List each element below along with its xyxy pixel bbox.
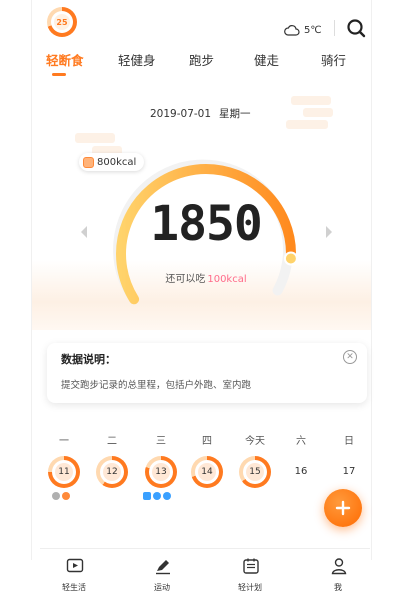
avatar-inner: 25	[51, 11, 73, 33]
day-ring[interactable]: 14	[191, 456, 223, 488]
day-date: 14	[198, 463, 216, 481]
active-tab-indicator	[52, 73, 66, 76]
day-activity-icons	[52, 492, 70, 502]
weekday-text: 星期一	[219, 108, 251, 120]
weekday-label: 三	[156, 436, 166, 447]
sport-tabs: 轻断食 轻健身 跑步 健走 骑行	[40, 50, 360, 76]
chevron-left-icon[interactable]	[79, 225, 89, 239]
add-button[interactable]	[324, 489, 362, 527]
remaining-calories: 还可以吃 100kcal	[140, 270, 272, 285]
nav-label: 轻生活	[62, 583, 86, 592]
weekday-label: 二	[107, 436, 117, 447]
day-date: 13	[152, 463, 170, 481]
nav-item-plan[interactable]: 轻计划	[220, 557, 280, 597]
activity-dot-icon	[153, 492, 161, 500]
nav-item-life[interactable]: 轻生活	[44, 557, 104, 597]
decor-bar	[291, 96, 331, 105]
weather-widget[interactable]: 5℃	[284, 20, 322, 40]
flag-icon	[143, 492, 151, 500]
pen-icon	[156, 560, 170, 575]
remaining-label: 还可以吃	[165, 274, 206, 285]
note-title: 数据说明：	[61, 353, 116, 366]
activity-dot-icon	[163, 492, 171, 500]
activity-dot-icon	[62, 492, 70, 500]
decor-bar	[75, 133, 115, 143]
weekday-label: 今天	[245, 436, 265, 447]
nav-label: 我	[334, 583, 342, 592]
day-ring[interactable]: 13	[145, 456, 177, 488]
bottom-nav: 轻生活 运动 轻计划 我	[40, 548, 370, 599]
day-ring[interactable]: 12	[96, 456, 128, 488]
note-text: 提交跑步记录的总里程，包括户外跑、室内跑	[61, 380, 252, 391]
food-icon	[83, 156, 94, 168]
data-note-card: 数据说明： 提交跑步记录的总里程，包括户外跑、室内跑 ✕	[47, 343, 367, 403]
date-text: 2019-07-01	[150, 108, 212, 120]
week-strip: 一 二 三 四 今天 六 日 11 12 13 14 15 16 17	[40, 432, 370, 512]
activity-dot-icon	[52, 492, 60, 500]
nav-label: 运动	[154, 583, 170, 592]
day-date: 11	[55, 463, 73, 481]
day-date-plain[interactable]: 17	[329, 466, 369, 477]
nav-item-me[interactable]: 我	[308, 557, 368, 597]
close-icon[interactable]: ✕	[343, 350, 357, 364]
decor-bar	[286, 120, 328, 129]
weekday-label: 日	[344, 436, 354, 447]
user-icon	[331, 558, 347, 575]
avatar[interactable]: 25	[47, 7, 77, 37]
day-date: 15	[246, 463, 264, 481]
video-icon	[66, 558, 84, 573]
tab-fasting[interactable]: 轻断食	[46, 50, 84, 69]
nav-item-sport[interactable]: 运动	[132, 557, 192, 597]
header-divider	[334, 20, 335, 36]
day-ring[interactable]: 15	[239, 456, 271, 488]
frame-divider-right	[371, 0, 372, 560]
calories-value: 1850	[150, 196, 263, 252]
tab-running[interactable]: 跑步	[189, 50, 214, 69]
day-ring-inner: 11	[52, 460, 76, 484]
app-screen: 25 5℃ 轻断食 轻健身 跑步 健走 骑行 2019-07-01 星期一 80…	[0, 0, 400, 600]
nav-label: 轻计划	[238, 583, 262, 592]
target-kcal-text: 800kcal	[97, 156, 137, 168]
weekday-label: 一	[59, 436, 69, 447]
day-ring-inner: 12	[100, 460, 124, 484]
tab-cycling[interactable]: 骑行	[321, 50, 346, 69]
weather-temp: 5℃	[304, 24, 322, 36]
day-ring-inner: 15	[243, 460, 267, 484]
avatar-badge: 25	[54, 14, 70, 30]
day-ring-inner: 13	[149, 460, 173, 484]
calendar-icon	[243, 558, 259, 574]
day-activity-icons	[143, 492, 171, 502]
chevron-right-icon[interactable]	[324, 225, 334, 239]
date-display[interactable]: 2019-07-01 星期一	[150, 106, 251, 121]
cloud-icon	[284, 25, 300, 36]
tab-walking[interactable]: 健走	[254, 50, 279, 69]
day-ring-inner: 14	[195, 460, 219, 484]
search-icon[interactable]	[345, 17, 367, 39]
target-kcal-badge[interactable]: 800kcal	[79, 153, 145, 171]
remaining-value: 100kcal	[207, 274, 247, 285]
weekday-label: 四	[202, 436, 212, 447]
plus-icon	[335, 500, 351, 516]
day-date: 12	[103, 463, 121, 481]
day-ring[interactable]: 11	[48, 456, 80, 488]
tab-fitness[interactable]: 轻健身	[118, 50, 156, 69]
day-date-plain[interactable]: 16	[281, 466, 321, 477]
weekday-label: 六	[296, 436, 306, 447]
decor-bar	[303, 108, 333, 117]
